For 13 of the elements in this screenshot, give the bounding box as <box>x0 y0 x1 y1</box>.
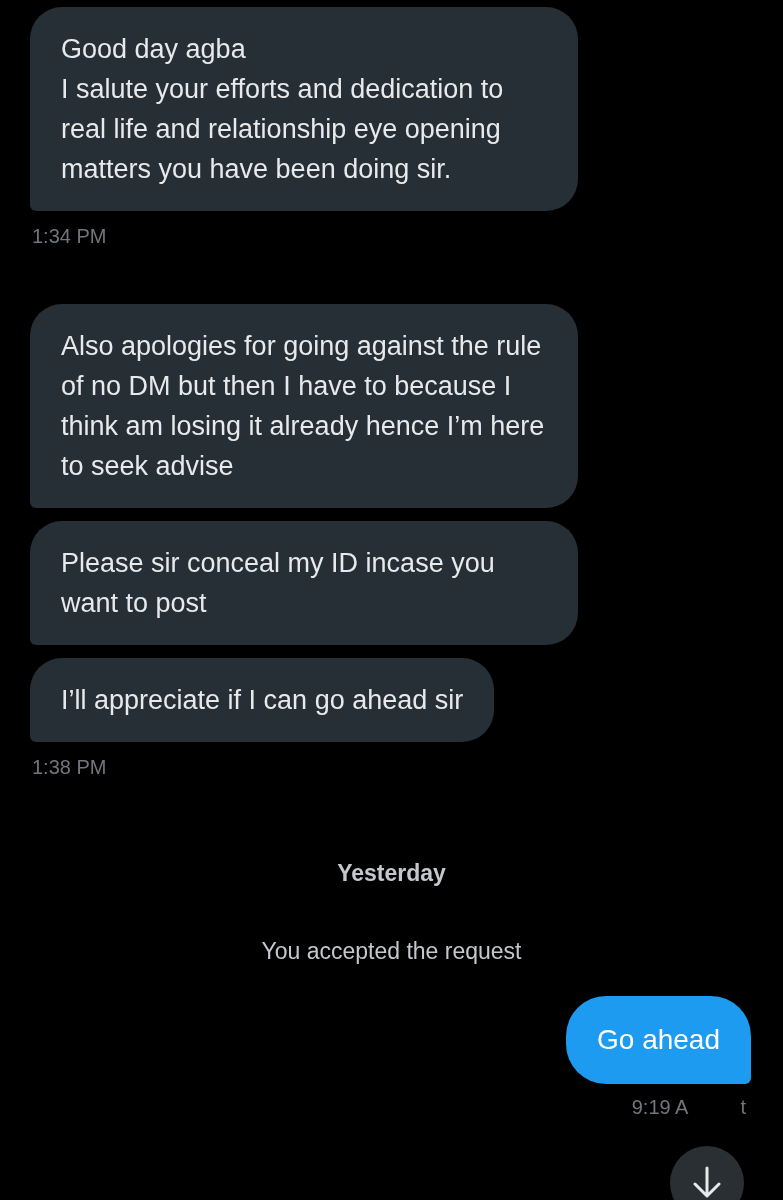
message-bubble: Please sir conceal my ID incase you want to post <box>30 521 578 645</box>
message-timestamp: 1:34 PM <box>32 224 107 249</box>
system-message: You accepted the request <box>261 937 522 966</box>
message-timestamp: 1:38 PM <box>32 755 107 780</box>
message-timestamp: 9:19 A <box>631 1095 689 1120</box>
date-separator: Yesterday <box>337 859 446 888</box>
message-bubble: Go ahead <box>566 996 751 1084</box>
scroll-down-button[interactable] <box>670 1146 744 1200</box>
message-bubble: I’ll appreciate if I can go ahead sir <box>30 658 495 742</box>
message-bubble: Good day agba I salute your efforts and dedication to real life and relationship eye opening matters you have been doing sir. <box>30 7 578 211</box>
arrow-down-icon <box>693 1166 721 1198</box>
message-timestamp: t <box>740 1095 746 1120</box>
message-bubble: Also apologies for going against the rule of no DM but then I have to because I think am losing it already hence I’m here to seek advise <box>30 304 578 508</box>
